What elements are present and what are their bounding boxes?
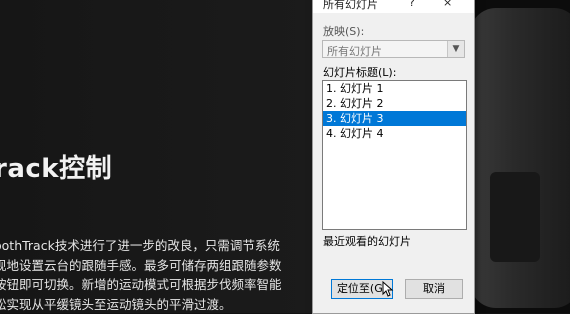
device-body (470, 8, 570, 308)
cancel-button[interactable]: 取消 (405, 279, 463, 299)
recent-slide-label: 最近观看的幻灯片 (323, 233, 411, 249)
list-item-selected[interactable]: 3. 幻灯片 3 (323, 111, 466, 126)
goto-slide-dialog: 所有幻灯片 ? × 放映(S): 所有幻灯片 ▼ 幻灯片标题(L): 1. 幻灯… (312, 0, 475, 314)
slide-titles-label: 幻灯片标题(L): (323, 64, 396, 80)
slide-body-line: 现地设置云台的跟随手感。最多可储存两组跟随参数 (0, 256, 334, 276)
list-item[interactable]: 1. 幻灯片 1 (323, 81, 466, 96)
device-slot (490, 172, 540, 262)
list-item[interactable]: 2. 幻灯片 2 (323, 96, 466, 111)
slide-body-line: 按钮即可切换。新增的运动模式可根据步伐频率智能 (0, 275, 334, 295)
show-select[interactable]: 所有幻灯片 ▼ (322, 40, 465, 58)
close-button[interactable]: × (443, 0, 452, 9)
dialog-title: 所有幻灯片 (323, 0, 378, 12)
slide-body-line: oothTrack技术进行了进一步的改良，只需调节系统 (0, 236, 334, 256)
dialog-titlebar: 所有幻灯片 ? × (313, 0, 474, 13)
slide-body: oothTrack技术进行了进一步的改良，只需调节系统 现地设置云台的跟随手感。… (0, 236, 334, 314)
show-select-value: 所有幻灯片 (327, 43, 382, 59)
list-item[interactable]: 4. 幻灯片 4 (323, 126, 466, 141)
slide-titles-list[interactable]: 1. 幻灯片 1 2. 幻灯片 2 3. 幻灯片 3 4. 幻灯片 4 (322, 80, 467, 230)
mouse-cursor-icon (382, 281, 394, 297)
chevron-down-icon[interactable]: ▼ (447, 41, 464, 57)
help-button[interactable]: ? (409, 0, 415, 9)
show-label: 放映(S): (323, 23, 364, 39)
slide-title: rack控制 (0, 148, 112, 185)
slide-background: rack控制 oothTrack技术进行了进一步的改良，只需调节系统 现地设置云… (0, 0, 570, 313)
slide-body-line: 松实现从平缓镜头至运动镜头的平滑过渡。 (0, 295, 334, 314)
